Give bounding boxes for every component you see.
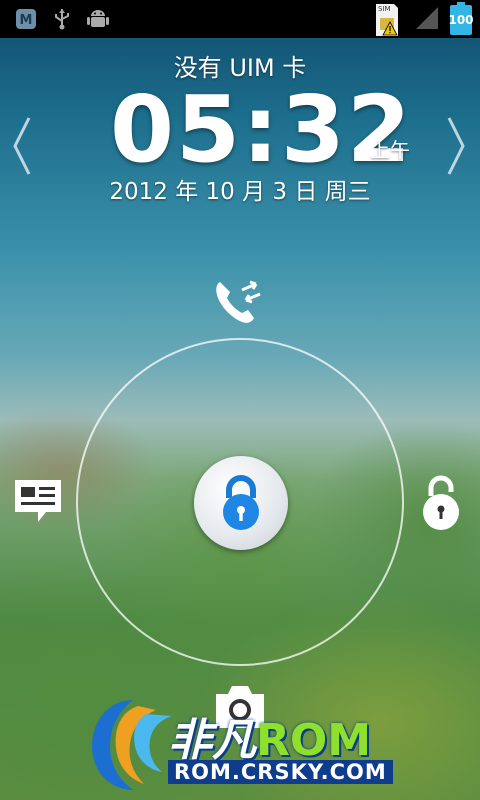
unlock-icon	[423, 475, 459, 530]
watermark-title: 非凡ROM	[168, 704, 371, 768]
phone-shortcut[interactable]	[212, 276, 268, 328]
signal-icon	[414, 5, 440, 35]
sim-label: SIM	[378, 5, 391, 13]
watermark: 非凡ROM ROM.CRSKY.COM	[88, 694, 408, 794]
notification-icons: M	[14, 7, 110, 31]
lock-icon	[223, 475, 259, 530]
lock-handle[interactable]	[194, 456, 288, 550]
clock-row: 05:32 上午	[0, 76, 480, 183]
message-shortcut[interactable]	[12, 476, 66, 528]
android-debug-icon	[86, 7, 110, 31]
status-bar: M SIM 100	[0, 0, 480, 38]
usb-icon	[50, 7, 74, 31]
sim-warning-icon: SIM	[374, 4, 404, 36]
watermark-logo-icon	[92, 700, 172, 790]
battery-level: 100	[448, 13, 474, 27]
unlock-shortcut[interactable]	[418, 474, 464, 530]
watermark-url: ROM.CRSKY.COM	[168, 760, 393, 784]
watermark-title-cn: 非凡	[168, 715, 256, 766]
watermark-title-rom: ROM	[256, 715, 372, 766]
battery-icon: 100	[448, 2, 474, 35]
phone-icon	[216, 280, 261, 323]
system-icons: SIM 100	[374, 2, 474, 36]
message-icon	[15, 480, 61, 522]
clock-time: 05:32	[110, 76, 413, 183]
app-notification-icon: M	[14, 7, 38, 31]
date-text: 2012 年 10 月 3 日 周三	[109, 179, 371, 205]
svg-text:M: M	[20, 13, 33, 28]
clock-ampm: 上午	[370, 138, 410, 162]
